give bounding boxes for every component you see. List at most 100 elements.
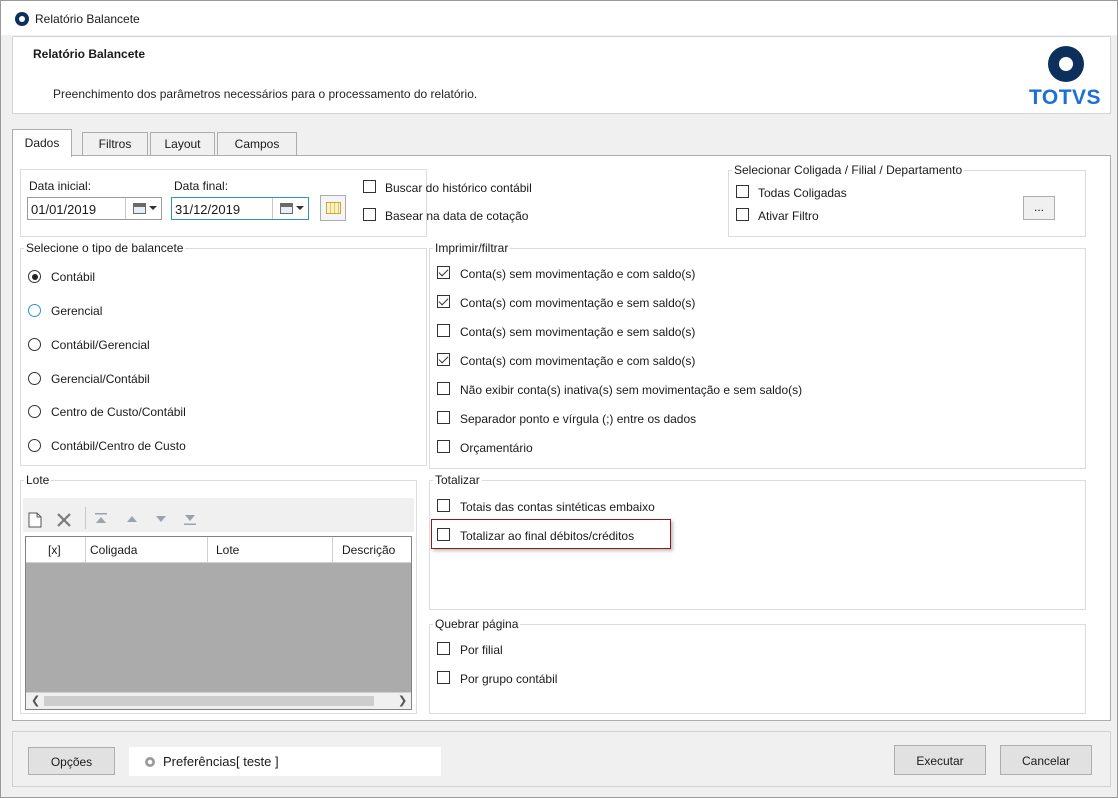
end-date-label: Data final: [174, 179, 229, 193]
cancel-button[interactable]: Cancelar [1000, 745, 1092, 775]
report-description: Preenchimento dos parâmetros necessários… [53, 87, 478, 101]
radio-label: Gerencial [51, 304, 103, 318]
tipo-balancete-title: Selecione o tipo de balancete [24, 241, 186, 255]
browse-button[interactable]: ... [1023, 196, 1055, 220]
radio-label: Centro de Custo/Contábil [51, 405, 186, 419]
por-filial-label: Por filial [460, 643, 503, 657]
imprimir-checkbox[interactable] [437, 411, 450, 424]
imprimir-checkbox[interactable] [437, 324, 450, 337]
totvs-logo-icon [1048, 46, 1084, 82]
title-bar[interactable]: Relatório Balancete [1, 1, 1117, 35]
chevron-down-icon [296, 206, 304, 210]
preferences-label[interactable]: Preferências[ teste ] [163, 754, 279, 769]
end-date-value: 31/12/2019 [175, 202, 241, 217]
calendar-grid-icon [326, 202, 341, 214]
start-date-dropdown[interactable] [125, 198, 161, 219]
lote-grid-header: [x] Coligada Lote Descrição [26, 537, 411, 563]
scroll-right-icon[interactable]: ❯ [398, 694, 407, 707]
window-title: Relatório Balancete [35, 12, 140, 26]
radio-label: Contábil/Gerencial [51, 338, 150, 352]
totvs-logo: TOTVS [1026, 46, 1104, 110]
radio-centro-custo-contabil[interactable] [28, 405, 41, 418]
totvs-logo-text: TOTVS [1028, 86, 1102, 109]
totais-sinteticas-label: Totais das contas sintéticas embaixo [460, 500, 655, 514]
imprimir-checkbox[interactable] [437, 295, 450, 308]
horizontal-scrollbar[interactable]: ❮ ❯ [26, 692, 411, 709]
totalizar-final-checkbox[interactable] [437, 528, 450, 541]
totais-sinteticas-checkbox[interactable] [437, 499, 450, 512]
imprimir-title: Imprimir/filtrar [433, 241, 511, 255]
imprimir-label: Separador ponto e vírgula (;) entre os d… [460, 412, 697, 426]
dialog-window: Relatório Balancete Relatório Balancete … [0, 0, 1118, 798]
scrollbar-thumb[interactable] [44, 696, 374, 706]
imprimir-label: Conta(s) sem movimentação e com saldo(s) [460, 267, 696, 281]
report-header: Relatório Balancete Preenchimento dos pa… [12, 36, 1111, 114]
todas-coligadas-label: Todas Coligadas [758, 186, 847, 200]
start-date-input[interactable]: 01/01/2019 [27, 197, 162, 220]
historico-label: Buscar do histórico contábil [385, 181, 532, 195]
imprimir-label: Conta(s) sem movimentação e sem saldo(s) [460, 325, 696, 339]
imprimir-label: Conta(s) com movimentação e sem saldo(s) [460, 296, 696, 310]
move-down-icon[interactable] [154, 512, 168, 526]
tab-campos[interactable]: Campos [217, 132, 297, 156]
toolbar-divider [85, 507, 86, 529]
radio-contabil-gerencial[interactable] [28, 338, 41, 351]
quebrar-title: Quebrar página [433, 617, 521, 631]
end-date-input[interactable]: 31/12/2019 [171, 197, 309, 220]
end-date-dropdown[interactable] [272, 198, 308, 219]
radio-label: Contábil/Centro de Custo [51, 439, 186, 453]
imprimir-checkbox[interactable] [437, 353, 450, 366]
imprimir-checkbox[interactable] [437, 382, 450, 395]
lote-title: Lote [24, 473, 52, 487]
radio-gerencial[interactable] [28, 304, 41, 317]
move-up-icon[interactable] [125, 512, 139, 526]
new-icon[interactable] [28, 512, 42, 528]
options-button[interactable]: Opções [28, 747, 115, 775]
cotacao-checkbox[interactable] [363, 208, 376, 221]
calendar-icon [133, 203, 146, 214]
scroll-left-icon[interactable]: ❮ [31, 694, 40, 707]
calendar-button[interactable] [320, 195, 346, 221]
move-top-icon[interactable] [94, 512, 108, 526]
ativar-filtro-checkbox[interactable] [736, 208, 749, 221]
delete-icon[interactable] [56, 512, 72, 528]
por-grupo-checkbox[interactable] [437, 671, 450, 684]
ativar-filtro-label: Ativar Filtro [758, 209, 819, 223]
imprimir-label: Conta(s) com movimentação e com saldo(s) [460, 354, 696, 368]
column-coligada[interactable]: Coligada [86, 537, 208, 563]
por-grupo-label: Por grupo contábil [460, 672, 558, 686]
chevron-down-icon [149, 206, 157, 210]
historico-checkbox[interactable] [363, 180, 376, 193]
column-descricao[interactable]: Descrição [333, 537, 411, 563]
totalizar-title: Totalizar [433, 473, 482, 487]
tab-filtros[interactable]: Filtros [82, 132, 148, 156]
tab-dados[interactable]: Dados [12, 129, 72, 157]
lote-grid[interactable]: [x] Coligada Lote Descrição ❮ ❯ [25, 536, 412, 710]
por-filial-checkbox[interactable] [437, 642, 450, 655]
cotacao-label: Basear na data de cotação [385, 209, 529, 223]
report-title: Relatório Balancete [33, 47, 146, 61]
radio-label: Contábil [51, 270, 96, 284]
totalizar-final-label: Totalizar ao final débitos/créditos [460, 529, 635, 543]
radio-label: Gerencial/Contábil [51, 372, 150, 386]
move-bottom-icon[interactable] [183, 512, 197, 526]
radio-gerencial-contabil[interactable] [28, 372, 41, 385]
quebrar-group: Quebrar página [429, 617, 1086, 714]
lote-toolbar [23, 498, 414, 532]
start-date-value: 01/01/2019 [31, 202, 97, 217]
todas-coligadas-checkbox[interactable] [736, 185, 749, 198]
app-logo-icon [15, 12, 29, 26]
radio-contabil-centro-custo[interactable] [28, 439, 41, 452]
execute-button[interactable]: Executar [894, 745, 986, 775]
coligada-title: Selecionar Coligada / Filial / Departame… [732, 163, 965, 177]
imprimir-label: Não exibir conta(s) inativa(s) sem movim… [460, 383, 803, 397]
gear-icon [145, 757, 155, 767]
imprimir-checkbox[interactable] [437, 440, 450, 453]
column-select[interactable]: [x] [26, 537, 86, 563]
imprimir-checkbox[interactable] [437, 266, 450, 279]
column-lote[interactable]: Lote [208, 537, 333, 563]
start-date-label: Data inicial: [29, 179, 92, 193]
tab-layout[interactable]: Layout [150, 132, 215, 156]
calendar-icon [280, 203, 293, 214]
radio-contabil[interactable] [28, 270, 41, 283]
